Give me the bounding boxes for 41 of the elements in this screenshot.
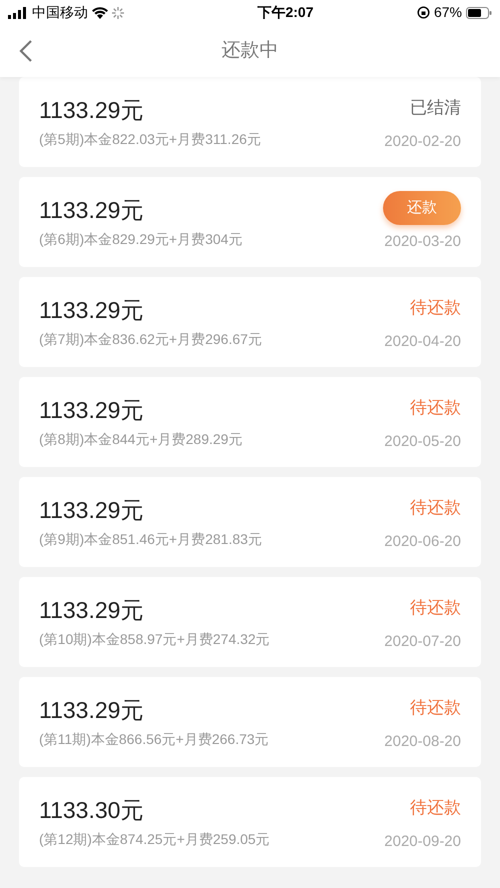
signal-icon [8,6,28,18]
status-label: 待还款 [410,497,461,519]
status-label: 待还款 [410,597,461,619]
amount-text: 1133.29元 [39,296,144,324]
repay-button[interactable]: 还款 [383,190,461,225]
due-date: 2020-07-20 [384,632,461,652]
amount-text: 1133.30元 [39,796,144,824]
carrier-text: 中国移动 [32,3,88,22]
installment-detail: (第7期)本金836.62元+月费296.67元 [39,330,262,349]
due-date: 2020-04-20 [384,332,461,352]
installment-detail: (第8期)本金844元+月费289.29元 [39,430,242,449]
installment-detail: (第10期)本金858.97元+月费274.32元 [39,630,270,649]
status-label: 待还款 [410,397,461,419]
wifi-icon [92,6,108,18]
due-date: 2020-03-20 [384,232,461,252]
installment-detail: (第9期)本金851.46元+月费281.83元 [39,530,262,549]
status-label: 待还款 [410,797,461,819]
status-label: 已结清 [410,97,461,119]
due-date: 2020-02-20 [384,132,461,152]
due-date: 2020-08-20 [384,732,461,752]
page-title: 还款中 [222,38,278,63]
due-date: 2020-09-20 [384,832,461,852]
amount-text: 1133.29元 [39,596,144,624]
installment-detail: (第11期)本金866.56元+月费266.73元 [39,730,269,749]
rotation-lock-icon [416,6,430,19]
battery-icon [466,6,492,18]
status-label: 待还款 [410,297,461,319]
amount-text: 1133.29元 [39,196,144,224]
amount-text: 1133.29元 [39,396,144,424]
amount-text: 1133.29元 [39,696,144,724]
status-label: 待还款 [410,697,461,719]
battery-text: 67% [434,3,462,22]
amount-text: 1133.29元 [39,496,144,524]
due-date: 2020-05-20 [384,432,461,452]
due-date: 2020-06-20 [384,532,461,552]
installment-detail: (第5期)本金822.03元+月费311.26元 [39,130,261,149]
installment-detail: (第12期)本金874.25元+月费259.05元 [39,830,270,849]
installment-detail: (第6期)本金829.29元+月费304元 [39,230,242,249]
amount-text: 1133.29元 [39,96,144,124]
clock-text: 下午2:07 [257,3,314,22]
loading-icon [112,6,124,18]
